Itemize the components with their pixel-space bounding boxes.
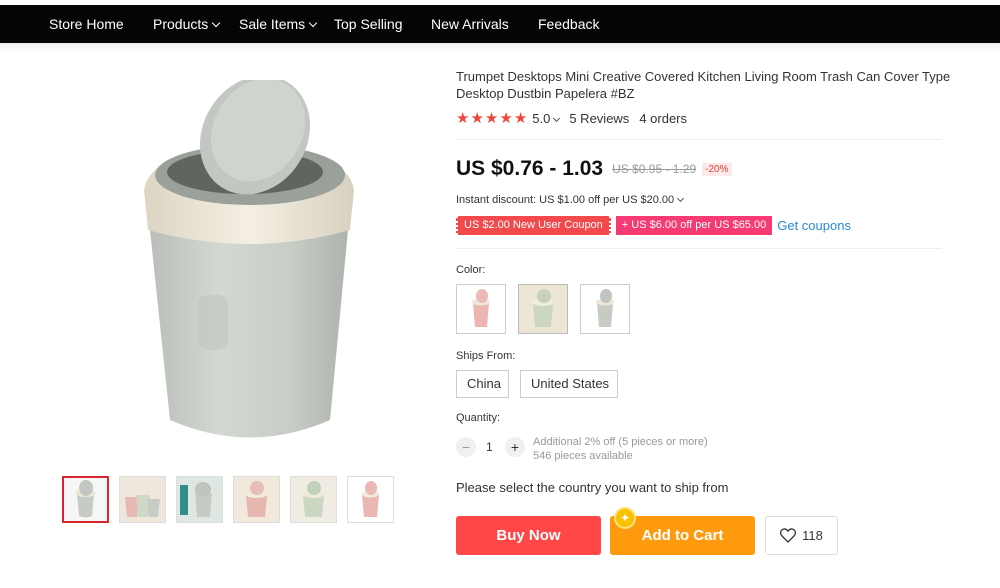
get-coupons-link[interactable]: Get coupons (777, 218, 851, 233)
product-title: Trumpet Desktops Mini Creative Covered K… (456, 69, 951, 101)
star-icon: ★ (456, 109, 470, 127)
orders-count: 4 orders (639, 110, 688, 126)
nav-sale-items[interactable]: Sale Items (239, 5, 318, 43)
instant-discount-text: Instant discount: US $1.00 off per US $2… (456, 194, 675, 206)
ships-from-label: Ships From: (456, 350, 516, 362)
nav-new-arrivals[interactable]: New Arrivals (431, 5, 509, 43)
quantity-value[interactable]: 1 (486, 440, 493, 454)
discount-badge: -20% (702, 162, 732, 176)
price-row: US $0.76 - 1.03 US $0.95 - 1.29 -20% (456, 155, 732, 183)
bulk-discount-note: Additional 2% off (5 pieces or more) (533, 436, 708, 448)
quantity-info: Additional 2% off (5 pieces or more) 546… (533, 435, 708, 463)
chevron-down-icon (553, 114, 561, 122)
star-icon: ★ (499, 109, 513, 127)
rating-value[interactable]: 5.0 (532, 110, 561, 126)
chevron-down-icon (677, 194, 685, 203)
store-coupon[interactable]: + US $6.00 off per US $65.00 (615, 216, 773, 235)
nav-label: Top Selling (334, 16, 403, 32)
chevron-down-icon (212, 18, 221, 28)
nav-label: New Arrivals (431, 16, 509, 32)
ship-option-china[interactable]: China (456, 370, 509, 398)
nav-divider (0, 43, 1000, 53)
nav-top-selling[interactable]: Top Selling (334, 5, 403, 43)
reviews-link[interactable]: 5 Reviews (569, 111, 629, 126)
nav-products[interactable]: Products (153, 5, 221, 43)
thumbnail-1[interactable] (62, 476, 109, 523)
star-icon: ★ (484, 109, 499, 127)
thumbnail-2[interactable] (119, 476, 166, 523)
color-swatch-green[interactable] (518, 284, 568, 334)
buy-now-button[interactable]: Buy Now (456, 516, 601, 555)
thumbnail-5[interactable] (290, 476, 337, 523)
nav-label: Store Home (49, 16, 124, 32)
ship-country-note: Please select the country you want to sh… (456, 480, 729, 495)
thumbnail-6[interactable] (347, 476, 394, 523)
thumbnail-3[interactable] (176, 476, 223, 523)
nav-label: Products (153, 16, 209, 32)
coin-badge-icon: ✦ (614, 507, 636, 529)
nav-label: Sale Items (239, 16, 306, 32)
rating-stars: ★ ★ ★ ★ ★ (456, 111, 527, 126)
chevron-down-icon (308, 18, 318, 28)
rating-row: ★ ★ ★ ★ ★ 5.0 5 Reviews 4 orders (456, 110, 687, 126)
new-user-coupon[interactable]: US $2.00 New User Coupon (456, 216, 611, 235)
wishlist-count: 118 (802, 528, 823, 543)
divider (456, 248, 942, 249)
color-swatch-grey[interactable] (580, 284, 630, 334)
store-nav-bar: Store Home Products Sale Items Top Selli… (0, 5, 1000, 43)
current-price: US $0.76 - 1.03 (456, 157, 604, 180)
star-icon: ★ (470, 109, 484, 127)
rating-number: 5.0 (532, 110, 551, 126)
nav-feedback[interactable]: Feedback (538, 5, 599, 43)
quantity-label: Quantity: (456, 412, 501, 424)
nav-store-home[interactable]: Store Home (49, 5, 124, 43)
main-product-image[interactable] (120, 75, 380, 460)
coupon-row: US $2.00 New User Coupon + US $6.00 off … (456, 216, 851, 235)
heart-icon (780, 528, 797, 543)
color-label: Color: (456, 264, 486, 276)
instant-discount[interactable]: Instant discount: US $1.00 off per US $2… (456, 194, 685, 206)
color-swatch-pink[interactable] (456, 284, 506, 334)
quantity-decrease-button[interactable]: − (456, 437, 476, 457)
stock-available: 546 pieces available (533, 450, 633, 462)
quantity-increase-button[interactable]: + (505, 437, 525, 457)
wishlist-button[interactable]: 118 (765, 516, 838, 555)
divider (456, 139, 942, 140)
thumbnail-4[interactable] (233, 476, 280, 523)
original-price: US $0.95 - 1.29 (612, 162, 697, 176)
nav-label: Feedback (538, 16, 600, 32)
star-icon: ★ (513, 109, 528, 127)
ship-option-united-states[interactable]: United States (520, 370, 618, 398)
